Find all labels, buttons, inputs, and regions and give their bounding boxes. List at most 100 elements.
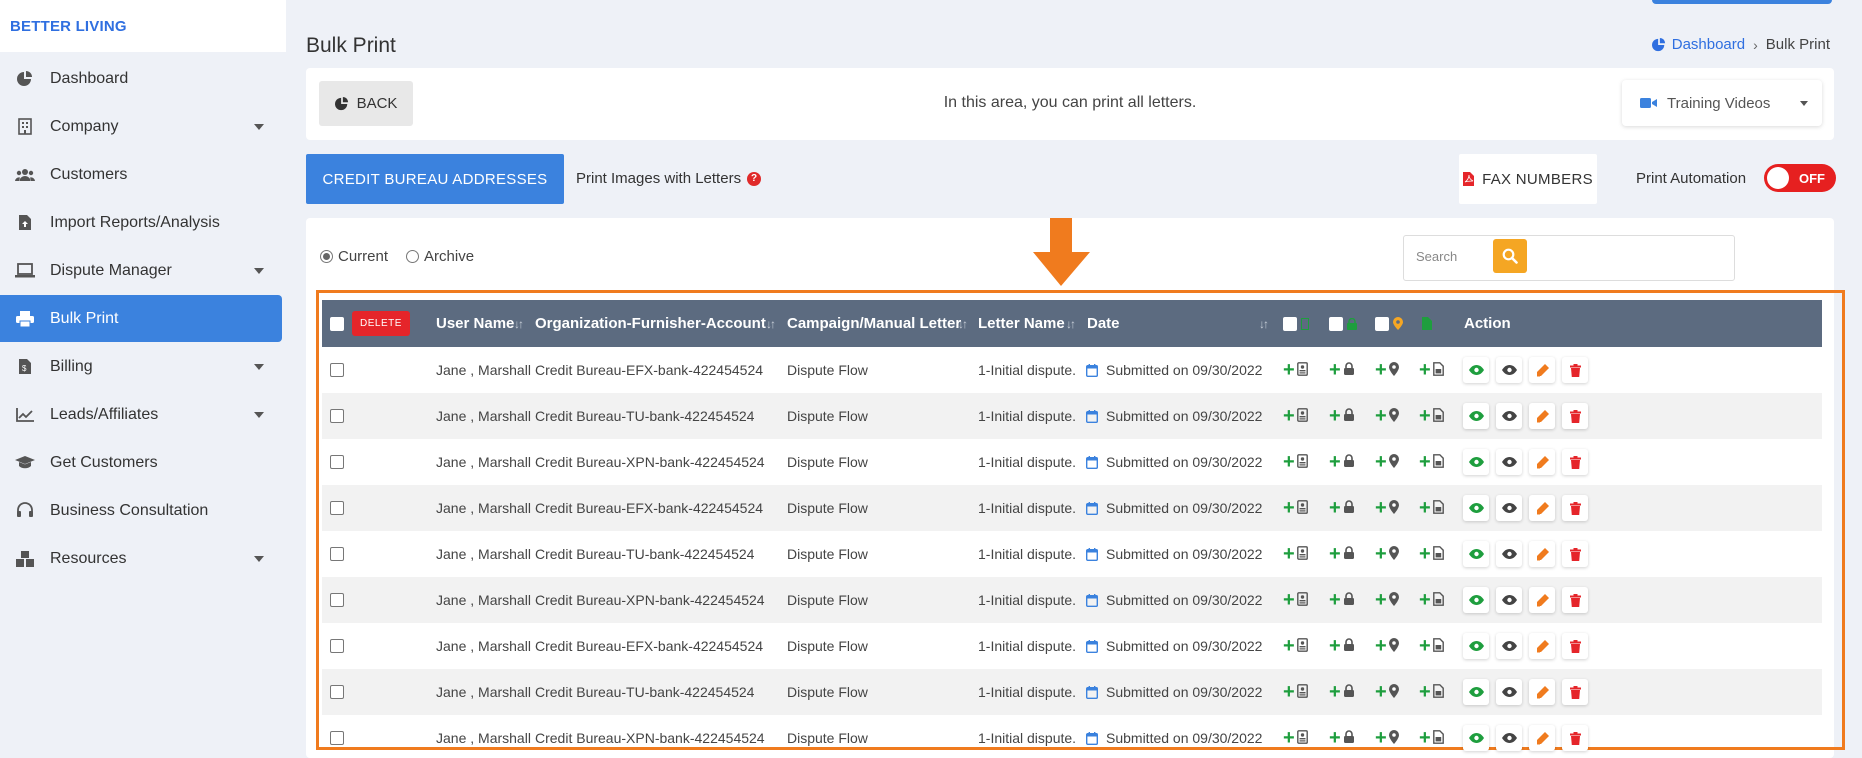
add-address-button[interactable]: + <box>1375 715 1399 758</box>
add-ssn-button[interactable]: + <box>1329 439 1355 485</box>
sidebar-item-import-reports[interactable]: Import Reports/Analysis <box>0 199 282 246</box>
training-videos-dropdown[interactable]: Training Videos <box>1622 80 1822 126</box>
edit-icon[interactable] <box>1529 633 1555 659</box>
add-id-button[interactable]: + <box>1283 669 1308 715</box>
preview-icon[interactable] <box>1496 679 1522 705</box>
sort-icon[interactable]: ↓↑ <box>514 300 524 347</box>
view-icon[interactable] <box>1463 403 1489 429</box>
view-icon[interactable] <box>1463 633 1489 659</box>
fax-numbers-button[interactable]: FAX NUMBERS <box>1459 154 1597 204</box>
view-icon[interactable] <box>1463 357 1489 383</box>
add-address-button[interactable]: + <box>1375 347 1399 393</box>
view-icon[interactable] <box>1463 725 1489 751</box>
print-automation-toggle[interactable]: OFF <box>1764 164 1836 192</box>
view-icon[interactable] <box>1463 541 1489 567</box>
trash-icon[interactable] <box>1562 357 1588 383</box>
delete-button[interactable]: DELETE <box>352 300 410 347</box>
search-input[interactable] <box>1416 249 1706 264</box>
add-ssn-button[interactable]: + <box>1329 669 1355 715</box>
add-ssn-button[interactable]: + <box>1329 347 1355 393</box>
add-document-button[interactable]: + <box>1419 577 1444 623</box>
row-checkbox[interactable] <box>330 623 344 669</box>
sort-icon[interactable]: ↓↑ <box>766 300 776 347</box>
brand-logo[interactable]: BETTER LIVING <box>0 0 286 52</box>
add-address-button[interactable]: + <box>1375 485 1399 531</box>
view-icon[interactable] <box>1463 679 1489 705</box>
add-ssn-button[interactable]: + <box>1329 715 1355 758</box>
select-all-checkbox[interactable] <box>330 300 344 347</box>
preview-icon[interactable] <box>1496 587 1522 613</box>
edit-icon[interactable] <box>1529 587 1555 613</box>
radio-button[interactable] <box>406 250 420 263</box>
view-icon[interactable] <box>1463 495 1489 521</box>
add-document-button[interactable]: + <box>1419 531 1444 577</box>
add-address-button[interactable]: + <box>1375 439 1399 485</box>
select-all-id-checkbox[interactable] <box>1283 300 1309 347</box>
add-id-button[interactable]: + <box>1283 715 1308 758</box>
row-checkbox[interactable] <box>330 715 344 758</box>
trash-icon[interactable] <box>1562 449 1588 475</box>
header-date[interactable]: Date <box>1087 300 1120 347</box>
edit-icon[interactable] <box>1529 357 1555 383</box>
trash-icon[interactable] <box>1562 541 1588 567</box>
trash-icon[interactable] <box>1562 633 1588 659</box>
print-images-with-letters[interactable]: Print Images with Letters ? <box>576 170 762 187</box>
sort-icon[interactable]: ↓↑ <box>1259 300 1269 347</box>
add-id-button[interactable]: + <box>1283 485 1308 531</box>
add-ssn-button[interactable]: + <box>1329 485 1355 531</box>
add-id-button[interactable]: + <box>1283 347 1308 393</box>
row-checkbox[interactable] <box>330 439 344 485</box>
breadcrumb-home-link[interactable]: Dashboard <box>1651 36 1745 53</box>
sidebar-item-customers[interactable]: Customers <box>0 151 282 198</box>
header-user-name[interactable]: User Name <box>436 300 514 347</box>
add-ssn-button[interactable]: + <box>1329 623 1355 669</box>
view-icon[interactable] <box>1463 449 1489 475</box>
sidebar-item-get-customers[interactable]: Get Customers <box>0 439 282 486</box>
add-id-button[interactable]: + <box>1283 393 1308 439</box>
add-document-button[interactable]: + <box>1419 485 1444 531</box>
sort-icon[interactable]: ↓↑ <box>1066 300 1076 347</box>
add-document-button[interactable]: + <box>1419 669 1444 715</box>
trash-icon[interactable] <box>1562 587 1588 613</box>
sidebar-item-bulk-print[interactable]: Bulk Print <box>0 295 282 342</box>
trash-icon[interactable] <box>1562 725 1588 751</box>
sort-icon[interactable]: ↓↑ <box>958 300 968 347</box>
add-ssn-button[interactable]: + <box>1329 531 1355 577</box>
header-letter-name[interactable]: Letter Name <box>978 300 1065 347</box>
top-right-button[interactable] <box>1652 0 1832 4</box>
preview-icon[interactable] <box>1496 357 1522 383</box>
add-id-button[interactable]: + <box>1283 531 1308 577</box>
row-checkbox[interactable] <box>330 577 344 623</box>
preview-icon[interactable] <box>1496 449 1522 475</box>
sidebar-item-leads-affiliates[interactable]: Leads/Affiliates <box>0 391 282 438</box>
preview-icon[interactable] <box>1496 725 1522 751</box>
view-icon[interactable] <box>1463 587 1489 613</box>
row-checkbox[interactable] <box>330 347 344 393</box>
sidebar-item-business-consultation[interactable]: Business Consultation <box>0 487 282 534</box>
add-address-button[interactable]: + <box>1375 623 1399 669</box>
add-document-button[interactable]: + <box>1419 715 1444 758</box>
trash-icon[interactable] <box>1562 679 1588 705</box>
add-address-button[interactable]: + <box>1375 577 1399 623</box>
radio-archive[interactable]: Archive <box>406 248 474 265</box>
radio-button[interactable] <box>320 250 333 263</box>
add-document-button[interactable]: + <box>1419 623 1444 669</box>
radio-current[interactable]: Current <box>320 248 388 265</box>
edit-icon[interactable] <box>1529 541 1555 567</box>
header-campaign[interactable]: Campaign/Manual Letter <box>787 300 961 347</box>
sidebar-item-company[interactable]: Company <box>0 103 282 150</box>
trash-icon[interactable] <box>1562 495 1588 521</box>
add-address-button[interactable]: + <box>1375 669 1399 715</box>
row-checkbox[interactable] <box>330 485 344 531</box>
add-id-button[interactable]: + <box>1283 577 1308 623</box>
preview-icon[interactable] <box>1496 541 1522 567</box>
add-ssn-button[interactable]: + <box>1329 393 1355 439</box>
add-id-button[interactable]: + <box>1283 439 1308 485</box>
search-button[interactable] <box>1493 239 1527 273</box>
add-address-button[interactable]: + <box>1375 393 1399 439</box>
edit-icon[interactable] <box>1529 495 1555 521</box>
edit-icon[interactable] <box>1529 403 1555 429</box>
sidebar-item-resources[interactable]: Resources <box>0 535 282 582</box>
add-address-button[interactable]: + <box>1375 531 1399 577</box>
select-all-ssn-checkbox[interactable] <box>1329 300 1357 347</box>
